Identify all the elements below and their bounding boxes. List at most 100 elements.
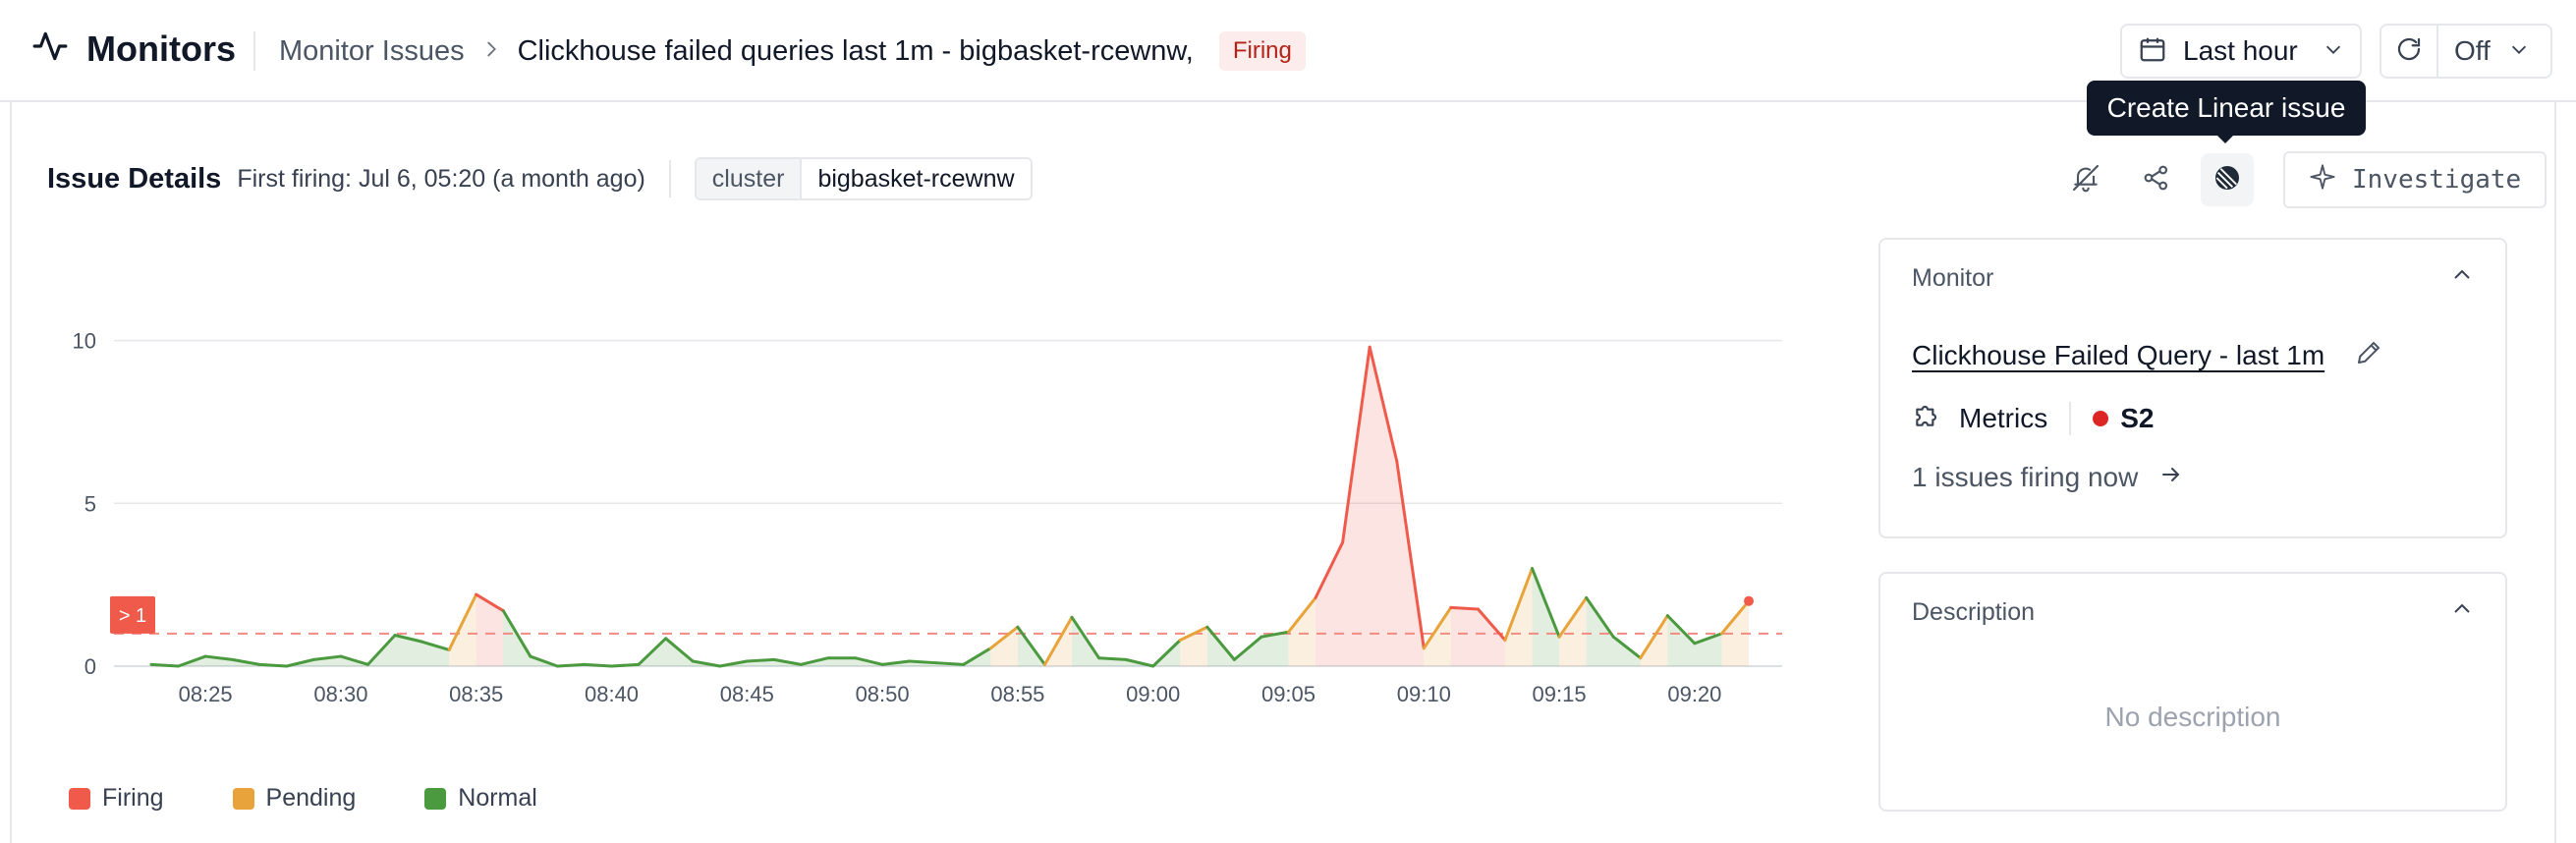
refresh-interval-value: Off [2454, 35, 2491, 66]
description-panel-heading: Description [1912, 598, 2036, 626]
legend-swatch-normal [424, 787, 447, 810]
x-tick-label: 09:05 [1261, 682, 1316, 706]
description-panel-header[interactable]: Description [1912, 597, 2474, 628]
x-tick-label: 09:15 [1533, 682, 1587, 706]
legend-item-pending[interactable]: Pending [232, 784, 357, 813]
area-segment [1450, 607, 1479, 666]
create-linear-issue-button[interactable] [2201, 153, 2254, 206]
issue-details-title: Issue Details [47, 162, 222, 195]
header-divider [253, 31, 255, 71]
x-tick-label: 08:35 [449, 682, 503, 706]
x-tick-label: 08:30 [313, 682, 367, 706]
monitor-link-row: Clickhouse Failed Query - last 1m [1912, 338, 2383, 372]
activity-icon [31, 28, 69, 70]
empty-description-text: No description [2104, 702, 2281, 732]
x-tick-label: 09:10 [1397, 682, 1451, 706]
tag-value: bigbasket-rcewnw [802, 159, 1031, 198]
chevron-down-icon [2508, 35, 2530, 67]
sparkle-icon [2309, 163, 2336, 197]
threshold-label: > 1 [119, 605, 146, 627]
chevron-up-icon [2450, 597, 2474, 628]
monitor-panel: Monitor Clickhouse Failed Query - last 1… [1878, 238, 2507, 538]
puzzle-icon [1912, 399, 1943, 437]
breadcrumb-monitor-issues[interactable]: Monitor Issues [279, 35, 465, 68]
linear-icon [2212, 162, 2243, 198]
data-point [1744, 595, 1754, 606]
refresh-interval-select[interactable]: Off [2438, 35, 2550, 67]
investigate-label: Investigate [2352, 165, 2522, 195]
monitor-panel-heading: Monitor [1912, 264, 1994, 292]
share-icon [2141, 162, 2172, 198]
series-line-segment [583, 662, 614, 668]
tooltip-arrow [2215, 134, 2235, 143]
series-line-segment [1097, 656, 1128, 661]
breadcrumb: Monitor Issues Clickhouse failed queries… [279, 31, 1306, 71]
cluster-tag: cluster bigbasket-rcewnw [694, 157, 1033, 200]
chevron-up-icon [2450, 263, 2474, 294]
y-tick-label: 5 [84, 491, 96, 516]
tag-key: cluster [696, 159, 803, 198]
area-segment [1424, 607, 1451, 666]
pencil-icon[interactable] [2354, 338, 2383, 372]
legend-label: Normal [458, 784, 537, 812]
x-tick-label: 08:55 [990, 682, 1044, 706]
metric-chart: 0 5 10 > 1 08:25 08:30 08:35 08:40 08:45 08:50 08:… [73, 329, 1782, 706]
chevron-right-icon [480, 35, 502, 68]
x-tick-label: 09:00 [1126, 682, 1180, 706]
series-line-segment [908, 659, 938, 665]
refresh-button[interactable] [2381, 26, 2438, 77]
y-tick-label: 0 [84, 654, 96, 679]
x-tick-label: 08:40 [585, 682, 639, 706]
share-button[interactable] [2130, 153, 2183, 206]
legend-item-normal[interactable]: Normal [424, 784, 537, 813]
app-brand[interactable]: Monitors [31, 28, 236, 70]
x-tick-label: 08:50 [856, 682, 910, 706]
issues-firing-link[interactable]: 1 issues firing now [1912, 462, 2183, 493]
severity-dot [2093, 410, 2109, 426]
meta-divider [2069, 401, 2072, 435]
y-tick-label: 10 [73, 329, 96, 354]
x-tick-label: 08:25 [179, 682, 233, 706]
series-line-segment [745, 657, 776, 663]
chart-legend: Firing Pending Normal [69, 784, 537, 813]
description-panel: Description No description [1878, 572, 2507, 812]
x-tick-label: 08:45 [720, 682, 774, 706]
issue-header-divider [668, 160, 671, 197]
series-line-segment [149, 662, 181, 668]
status-badge: Firing [1218, 31, 1306, 71]
chevron-down-icon [2323, 38, 2344, 65]
time-range-select[interactable]: Last hour [2120, 24, 2362, 79]
area-segment [1316, 542, 1343, 666]
series-line-segment [934, 661, 966, 666]
issues-firing-text: 1 issues firing now [1912, 462, 2139, 492]
series-line-segment [257, 662, 289, 668]
area-segment [1288, 597, 1316, 666]
issue-header: Issue Details First firing: Jul 6, 05:20… [47, 157, 1033, 200]
area-segment [1370, 347, 1397, 666]
time-range-value: Last hour [2183, 35, 2298, 66]
mute-button[interactable] [2059, 153, 2112, 206]
x-tick-label: 09:20 [1667, 682, 1721, 706]
legend-swatch-firing [69, 787, 90, 810]
area-segment [476, 594, 504, 666]
breadcrumb-current-issue: Clickhouse failed queries last 1m - bigb… [517, 34, 1194, 67]
legend-swatch-pending [232, 787, 254, 810]
severity-label: S2 [2120, 402, 2155, 433]
monitor-panel-header[interactable]: Monitor [1912, 263, 2474, 294]
refresh-icon [2394, 34, 2424, 69]
auto-refresh-control: Off [2380, 24, 2552, 79]
monitor-name-link[interactable]: Clickhouse Failed Query - last 1m [1912, 340, 2324, 371]
calendar-icon [2138, 34, 2167, 69]
legend-label: Firing [102, 784, 164, 812]
area-segment [1532, 568, 1560, 666]
series-line-segment [610, 662, 641, 668]
series-line-segment [555, 662, 587, 668]
bell-off-icon [2070, 162, 2101, 198]
tooltip: Create Linear issue [2087, 81, 2366, 136]
investigate-button[interactable]: Investigate [2283, 151, 2548, 208]
legend-item-firing[interactable]: Firing [69, 784, 164, 813]
legend-label: Pending [265, 784, 357, 812]
monitor-meta: Metrics S2 [1912, 399, 2154, 437]
first-firing-text: First firing: Jul 6, 05:20 (a month ago) [237, 164, 645, 193]
arrow-right-icon [2159, 462, 2183, 493]
